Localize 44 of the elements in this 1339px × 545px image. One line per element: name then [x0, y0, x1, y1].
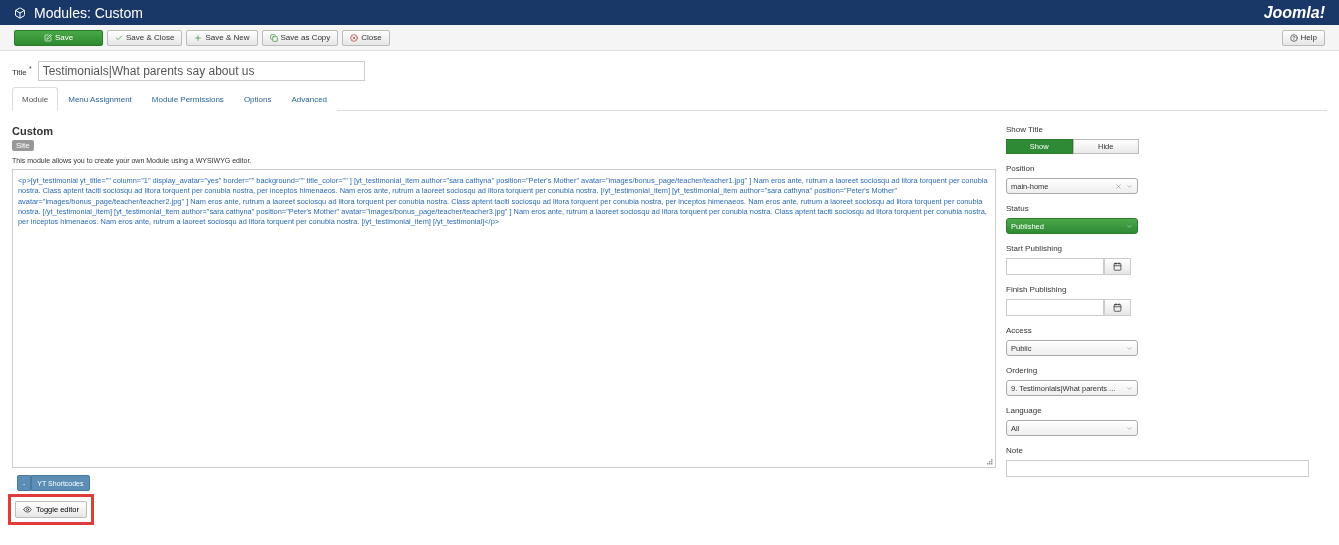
check-icon: [115, 33, 123, 42]
field-label: Title $^{*}$: [12, 65, 32, 77]
clear-icon[interactable]: [1115, 182, 1122, 190]
help-button[interactable]: Help: [1281, 29, 1325, 46]
field-label: Finish Publishing: [1006, 285, 1068, 294]
brand-logo: Joomla!: [1263, 3, 1325, 22]
close-icon: [350, 33, 359, 42]
field-label: Status: [1006, 204, 1030, 213]
cube-icon: [14, 6, 26, 19]
caret-icon: [1126, 344, 1133, 352]
eye-icon: [23, 505, 32, 514]
toolbar-button[interactable]: Save: [14, 29, 103, 46]
calendar-button[interactable]: [1104, 299, 1131, 316]
field-label: Start Publishing: [1006, 244, 1064, 253]
caret-icon: [1126, 222, 1133, 230]
edit-icon: [43, 33, 52, 42]
caret-icon: [1126, 182, 1133, 190]
date-field[interactable]: [1006, 258, 1104, 275]
field-label: Access: [1006, 326, 1033, 335]
title-field[interactable]: Testimonials|What parents say about us: [37, 61, 365, 81]
date-field[interactable]: [1006, 299, 1104, 316]
calendar-button[interactable]: [1104, 258, 1131, 275]
tab[interactable]: Module: [12, 87, 59, 111]
calendar-icon: [1113, 262, 1122, 271]
note-field[interactable]: [1006, 460, 1309, 477]
field-label: Ordering: [1006, 366, 1039, 375]
field-label: Language: [1006, 406, 1043, 415]
page-title: Modules: Custom: [34, 4, 143, 21]
module-heading: Custom: [12, 125, 54, 137]
caret-icon: [1126, 384, 1133, 392]
field-label: Position: [1006, 164, 1036, 173]
copy-icon: [269, 33, 278, 42]
calendar-icon: [1113, 303, 1122, 312]
toolbar-button[interactable]: Close: [342, 29, 390, 46]
site-badge: Site: [12, 140, 34, 151]
toolbar-button[interactable]: Save as Copy: [261, 29, 339, 46]
toolbar-button[interactable]: Save & Close: [107, 29, 183, 46]
toolbar-button[interactable]: Save & New: [186, 29, 258, 46]
field-label: Show Title: [1006, 125, 1044, 134]
field-label: Note: [1006, 446, 1024, 455]
plus-icon: [194, 33, 203, 42]
caret-icon: [1126, 424, 1133, 432]
resize-grip-icon[interactable]: [987, 459, 993, 465]
help-icon: [1289, 33, 1298, 42]
